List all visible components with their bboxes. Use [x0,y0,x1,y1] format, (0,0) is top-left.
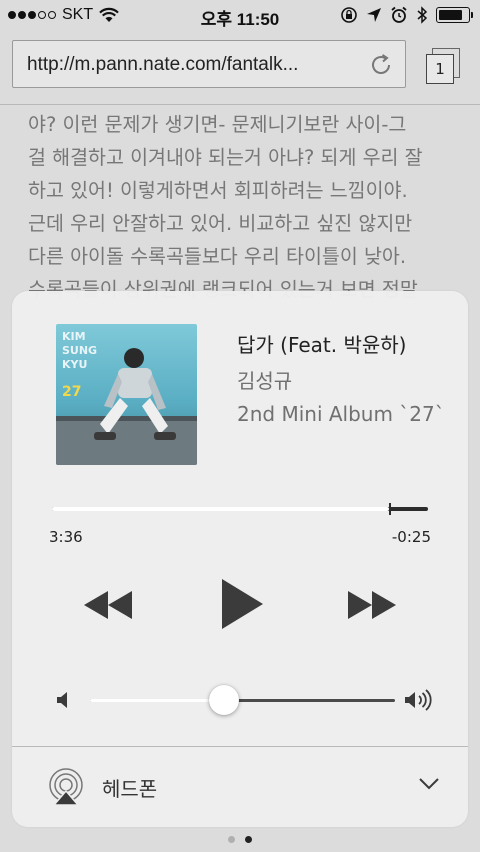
address-bar[interactable]: http://m.pann.nate.com/fantalk... [12,40,406,88]
article-line: 근데 우리 안잘하고 있어. 비교하고 싶진 않지만 [28,212,413,235]
now-playing-card: KIM SUNG KYU 27 답가 (Feat. 박윤하) 김성규 2nd M… [12,291,468,827]
volume-slider[interactable] [90,685,395,715]
play-icon [222,579,263,629]
status-right [340,6,473,24]
time-remaining: -0:25 [391,528,431,546]
alarm-icon [391,6,407,23]
progress-bar[interactable] [52,503,428,515]
reload-icon[interactable] [367,51,395,79]
article-line: 걸 해결하고 이겨내야 되는거 아냐? 되게 우리 잘 [28,146,423,169]
tab-count: 1 [435,60,445,78]
page-indicator[interactable] [0,836,480,843]
speaker-high-icon [405,689,432,711]
volume-fill [90,699,225,702]
svg-text:KYU: KYU [62,358,87,371]
header-divider [0,104,480,105]
page-dot[interactable] [245,836,252,843]
rotation-lock-icon [341,7,357,23]
audio-output-row[interactable]: 헤드폰 [12,747,468,827]
article-line: 야? 이런 문제가 생기면- 문제니기보란 사이-그 [28,113,407,136]
battery-icon [436,7,473,23]
status-bar: SKT 오후 11:50 [0,0,480,30]
fast-forward-icon [348,591,396,619]
track-title: 답가 (Feat. 박윤하) [237,333,407,357]
article-line: 하고 있어! 이렇게하면서 회피하려는 느낌이야. [28,179,408,202]
page-dot[interactable] [228,836,235,843]
airplay-icon [49,768,83,806]
progress-fill [52,507,389,511]
track-artist: 김성규 [237,369,293,393]
volume-thumb[interactable] [209,685,240,715]
album-artwork-image: KIM SUNG KYU 27 [56,324,197,465]
battery-fill [439,10,463,20]
fast-forward-button[interactable] [346,587,398,623]
play-button[interactable] [218,577,266,631]
url-text[interactable]: http://m.pann.nate.com/fantalk... [27,54,357,76]
time-elapsed: 3:36 [49,528,83,546]
album-artwork[interactable]: KIM SUNG KYU 27 [56,324,197,465]
track-album: 2nd Mini Album `27` [237,402,445,426]
bluetooth-icon [417,6,428,24]
svg-text:SUNG: SUNG [62,344,97,357]
svg-text:KIM: KIM [62,330,86,343]
svg-text:27: 27 [62,384,81,400]
tabs-button[interactable]: 1 [422,48,464,86]
progress-scrubber[interactable] [388,503,391,515]
rewind-button[interactable] [82,587,134,623]
article-text: 야? 이런 문제가 생기면- 문제니기보란 사이-그 걸 해결하고 이겨내야 되… [28,108,468,306]
rewind-icon [84,591,132,619]
chevron-down-icon[interactable] [418,777,440,791]
output-device-label: 헤드폰 [102,777,158,801]
location-icon [367,8,381,22]
speaker-low-icon [57,692,67,708]
screen: SKT 오후 11:50 http://m.pann.nate.com/fant… [0,0,480,852]
article-line: 다른 아이돌 수록곡들보다 우리 타이틀이 낮아. [28,245,407,268]
